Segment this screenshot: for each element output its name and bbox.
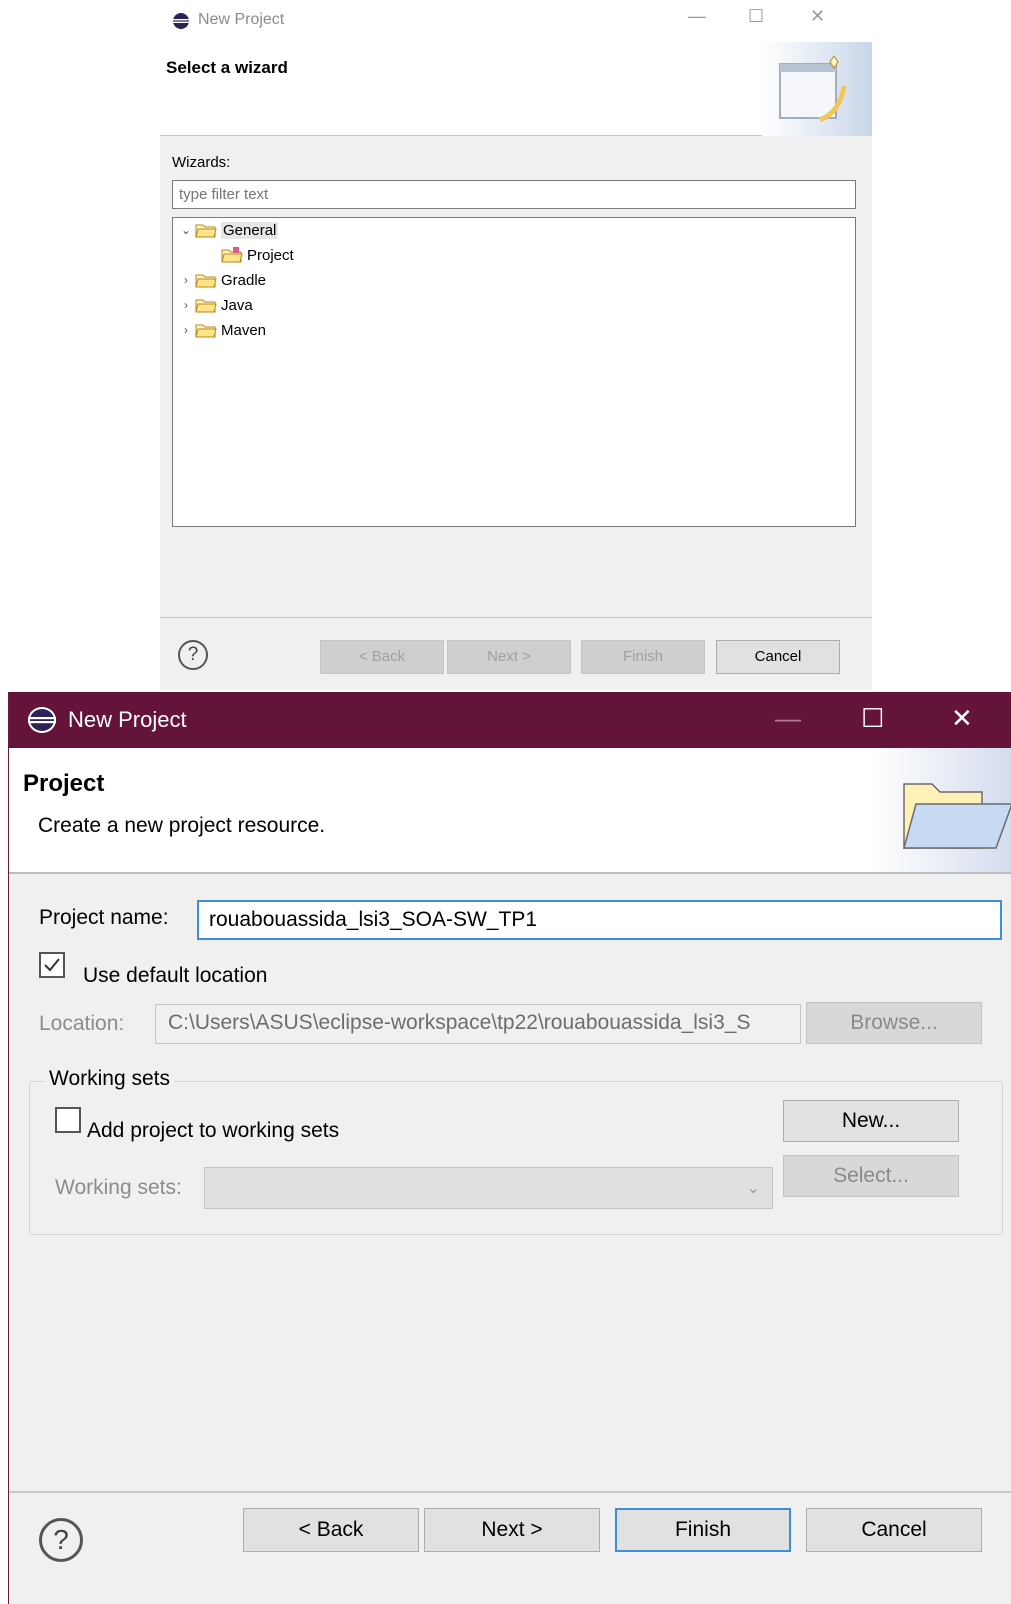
new-working-set-button[interactable]: New... xyxy=(783,1100,959,1142)
wizards-label: Wizards: xyxy=(172,154,231,171)
working-sets-select: ⌄ xyxy=(204,1167,773,1209)
close-button[interactable]: ✕ xyxy=(810,6,825,27)
chevron-right-icon[interactable]: › xyxy=(179,323,193,337)
folder-icon xyxy=(195,299,217,313)
eclipse-icon xyxy=(28,707,56,733)
project-icon xyxy=(221,247,243,263)
title-bar[interactable]: New Project — ☐ ✕ xyxy=(160,0,872,42)
wizard-header: Select a wizard xyxy=(160,42,872,136)
add-to-working-sets-label[interactable]: Add project to working sets xyxy=(87,1119,339,1143)
tree-item-label: General xyxy=(221,221,279,239)
next-button[interactable]: Next > xyxy=(424,1508,600,1552)
tree-item-project[interactable]: Project xyxy=(219,243,294,267)
project-name-input[interactable] xyxy=(197,900,1002,940)
next-button[interactable]: Next > xyxy=(447,640,571,674)
title-bar[interactable]: New Project — ☐ ✕ xyxy=(9,692,1011,748)
select-working-set-button[interactable]: Select... xyxy=(783,1155,959,1197)
use-default-location-checkbox[interactable] xyxy=(39,952,65,978)
wizard-banner-icon xyxy=(762,42,872,136)
tree-item-gradle[interactable]: › Gradle xyxy=(179,268,266,292)
tree-item-label: Gradle xyxy=(221,271,267,289)
chevron-down-icon[interactable]: ⌄ xyxy=(179,223,193,237)
cancel-button[interactable]: Cancel xyxy=(806,1508,982,1552)
window-title: New Project xyxy=(68,707,187,732)
tree-item-label: Maven xyxy=(221,321,267,339)
folder-icon xyxy=(195,274,217,288)
maximize-button[interactable]: ☐ xyxy=(748,6,764,27)
maximize-button[interactable]: ☐ xyxy=(861,703,884,734)
select-wizard-dialog: New Project — ☐ ✕ Select a wizard Wizard… xyxy=(160,0,872,690)
help-icon[interactable]: ? xyxy=(39,1518,83,1562)
use-default-location-label[interactable]: Use default location xyxy=(83,964,267,988)
finish-button[interactable]: Finish xyxy=(615,1508,791,1552)
finish-button[interactable]: Finish xyxy=(581,640,705,674)
eclipse-icon xyxy=(173,13,189,29)
chevron-down-icon: ⌄ xyxy=(746,1180,760,1197)
back-button[interactable]: < Back xyxy=(320,640,444,674)
browse-button[interactable]: Browse... xyxy=(806,1002,982,1044)
cancel-button[interactable]: Cancel xyxy=(716,640,840,674)
folder-open-icon xyxy=(195,224,217,238)
folder-icon xyxy=(195,324,217,338)
working-sets-label: Working sets: xyxy=(55,1176,182,1199)
tree-item-label: Java xyxy=(221,296,253,314)
checkmark-icon xyxy=(44,958,60,972)
tree-item-general[interactable]: ⌄ General xyxy=(179,218,279,242)
chevron-right-icon[interactable]: › xyxy=(179,273,193,287)
location-field: C:\Users\ASUS\eclipse-workspace\tp22\rou… xyxy=(155,1004,801,1044)
minimize-button[interactable]: — xyxy=(688,6,706,27)
folder-banner-icon xyxy=(872,748,1011,872)
tree-item-maven[interactable]: › Maven xyxy=(179,318,266,342)
wizard-tree[interactable]: ⌄ General Project › Gradle › Java › Mave… xyxy=(172,217,856,527)
chevron-right-icon[interactable]: › xyxy=(179,298,193,312)
close-button[interactable]: ✕ xyxy=(951,703,973,734)
wizard-header: Project Create a new project resource. xyxy=(9,748,1011,874)
page-title: Project xyxy=(23,770,105,797)
project-name-label: Project name: xyxy=(39,906,169,929)
new-project-dialog: New Project — ☐ ✕ Project Create a new p… xyxy=(8,692,1011,1604)
filter-input[interactable] xyxy=(172,180,856,209)
tree-item-label: Project xyxy=(247,246,294,264)
minimize-button[interactable]: — xyxy=(775,703,801,734)
page-description: Create a new project resource. xyxy=(38,814,326,837)
help-icon[interactable]: ? xyxy=(178,640,208,670)
add-to-working-sets-checkbox[interactable] xyxy=(55,1107,81,1133)
page-title: Select a wizard xyxy=(166,58,288,77)
location-label: Location: xyxy=(39,1012,125,1035)
footer-divider xyxy=(9,1491,1011,1493)
back-button[interactable]: < Back xyxy=(243,1508,419,1552)
window-title: New Project xyxy=(198,11,285,28)
footer-divider xyxy=(160,617,872,618)
tree-item-java[interactable]: › Java xyxy=(179,293,253,317)
working-sets-group-title: Working sets xyxy=(45,1067,174,1091)
